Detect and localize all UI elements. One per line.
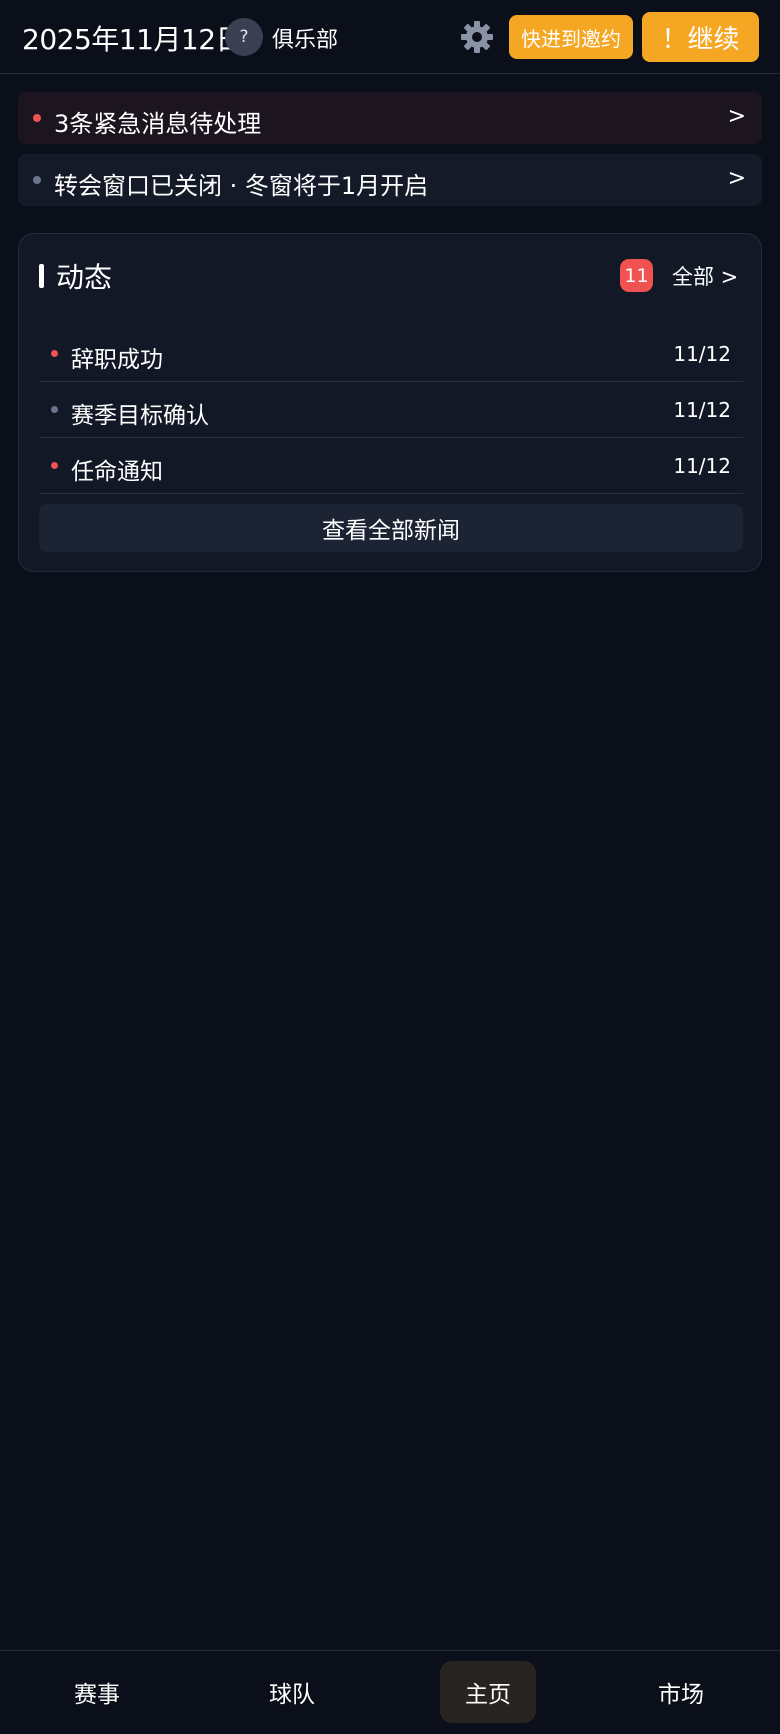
chevron-right-icon: > <box>727 166 746 191</box>
list-item[interactable]: 任命通知 11/12 <box>39 438 743 494</box>
news-date: 11/12 <box>673 454 731 478</box>
chevron-right-icon: > <box>727 104 746 129</box>
top-header: 2025年11月12日 ? 俱乐部 快进到邀约 ！继续 <box>0 0 780 74</box>
news-feed-card: 动态 11 全部 > 辞职成功 11/12 赛季目标确认 11/12 任命通知 … <box>18 233 762 572</box>
view-all-news-button[interactable]: 查看全部新闻 <box>39 504 743 552</box>
feed-title: 动态 <box>56 261 113 294</box>
tab-market[interactable]: 市场 <box>633 1661 729 1723</box>
gear-icon[interactable] <box>458 18 496 56</box>
fast-forward-button[interactable]: 快进到邀约 <box>509 15 633 59</box>
notice-text: 转会窗口已关闭 · 冬窗将于1月开启 <box>54 172 429 200</box>
news-title: 任命通知 <box>71 459 163 485</box>
unread-count-badge: 11 <box>620 259 653 292</box>
urgent-messages-notice[interactable]: 3条紧急消息待处理 > <box>18 92 762 144</box>
list-item[interactable]: 辞职成功 11/12 <box>39 326 743 382</box>
list-item[interactable]: 赛季目标确认 11/12 <box>39 382 743 438</box>
tab-matches[interactable]: 赛事 <box>49 1661 145 1723</box>
bottom-navigation: 赛事 球队 主页 市场 <box>0 1650 780 1734</box>
news-date: 11/12 <box>673 398 731 422</box>
tab-team[interactable]: 球队 <box>244 1661 340 1723</box>
feed-list: 辞职成功 11/12 赛季目标确认 11/12 任命通知 11/12 <box>39 326 743 494</box>
urgent-dot-icon <box>33 114 41 122</box>
current-date: 2025年11月12日 <box>22 23 244 56</box>
news-title: 辞职成功 <box>71 347 163 373</box>
transfer-window-notice[interactable]: 转会窗口已关闭 · 冬窗将于1月开启 > <box>18 154 762 206</box>
news-title: 赛季目标确认 <box>71 403 209 429</box>
club-crest-placeholder[interactable]: ? <box>225 18 263 56</box>
news-date: 11/12 <box>673 342 731 366</box>
read-dot-icon <box>51 406 58 413</box>
unread-dot-icon <box>51 462 58 469</box>
notice-text: 3条紧急消息待处理 <box>54 110 262 138</box>
continue-button[interactable]: ！继续 <box>642 12 759 62</box>
club-name[interactable]: 俱乐部 <box>272 22 338 54</box>
tab-home[interactable]: 主页 <box>440 1661 536 1723</box>
section-accent-bar <box>39 264 44 288</box>
info-dot-icon <box>33 176 41 184</box>
view-all-link[interactable]: 全部 > <box>672 261 738 291</box>
unread-dot-icon <box>51 350 58 357</box>
app-root: 2025年11月12日 ? 俱乐部 快进到邀约 ！继续 3条紧急消息待处理 > … <box>0 0 780 1734</box>
